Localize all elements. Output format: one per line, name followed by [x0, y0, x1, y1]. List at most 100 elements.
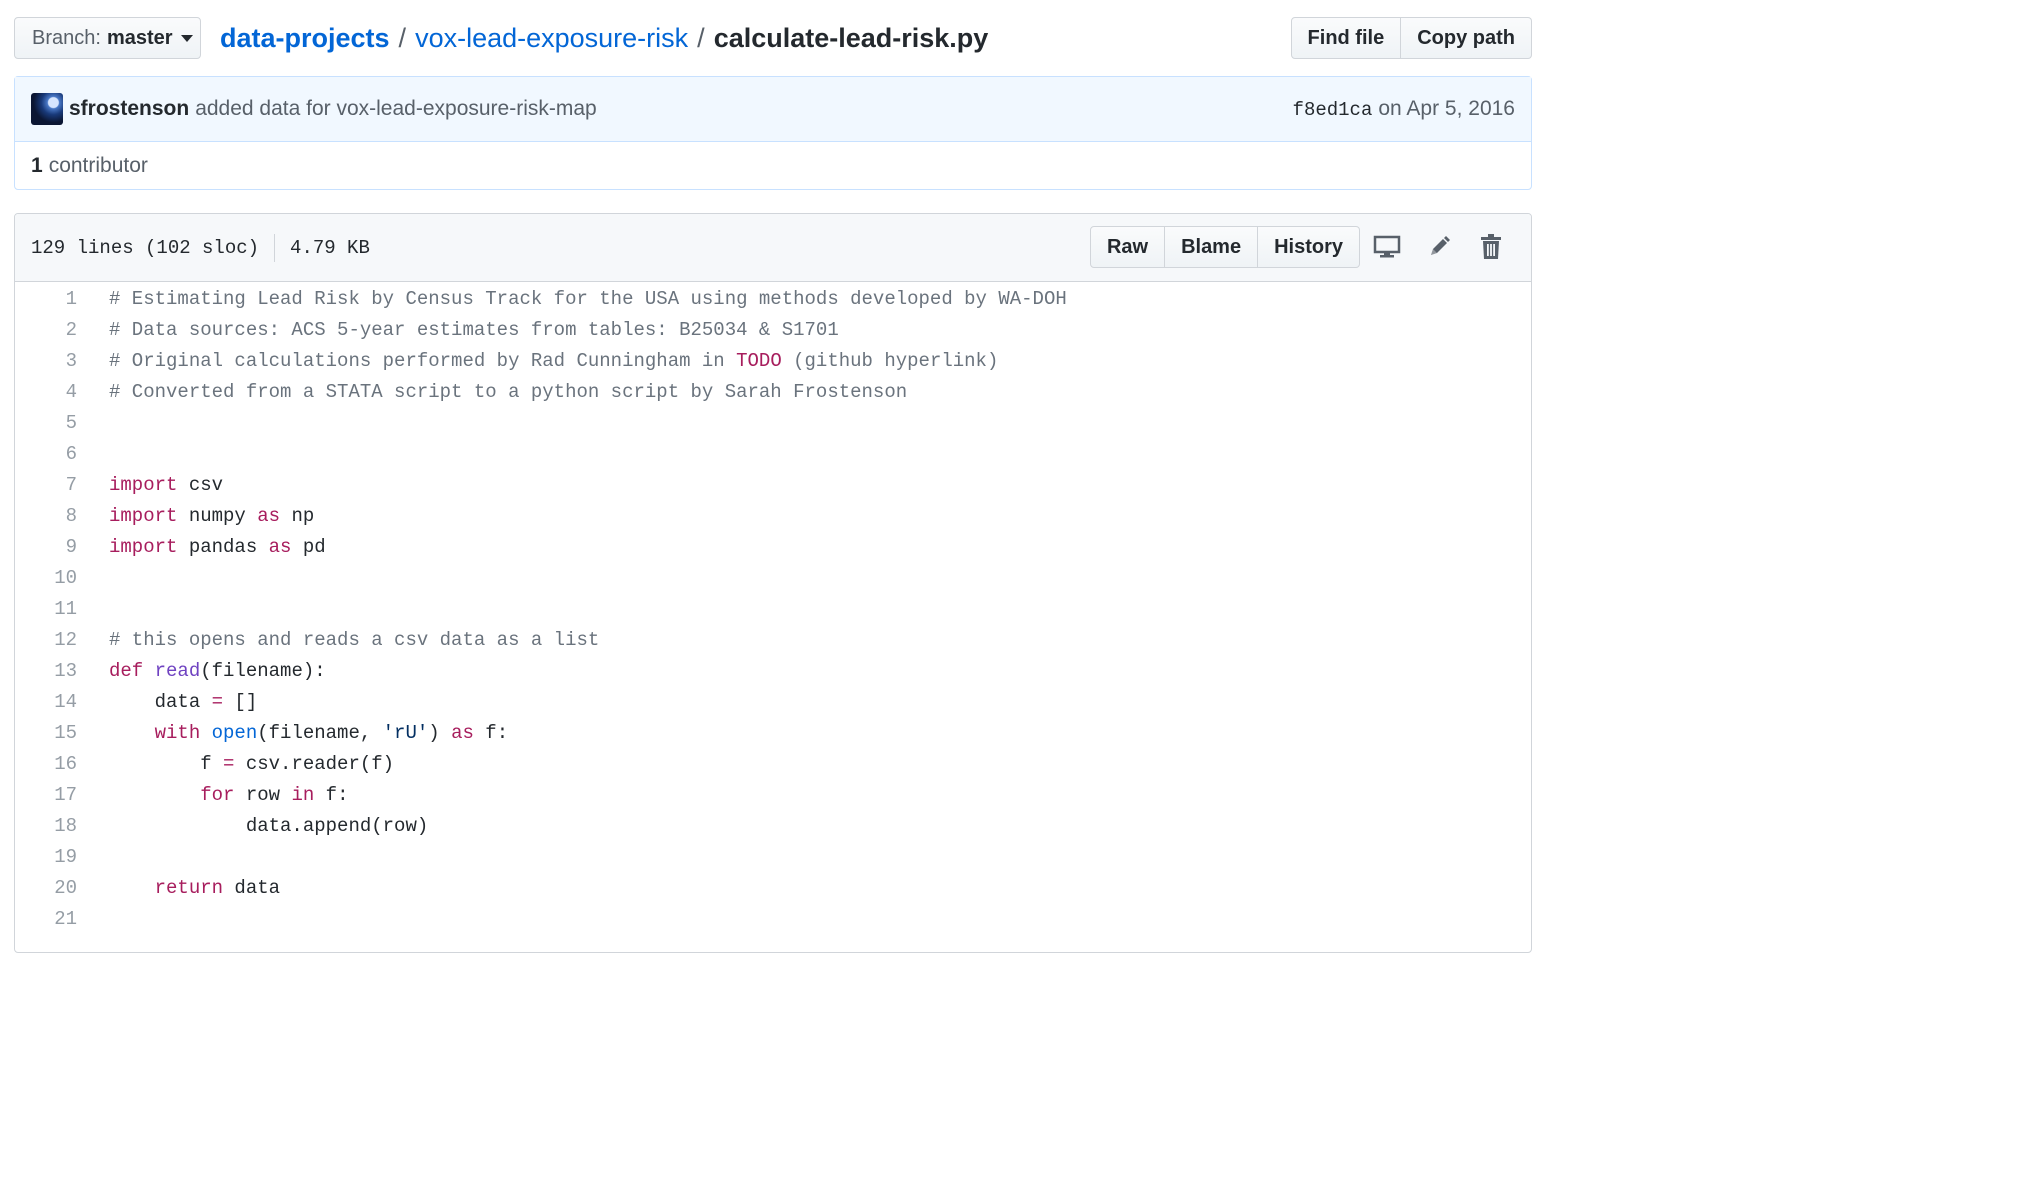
branch-label: Branch: — [32, 26, 101, 49]
line-number[interactable]: 7 — [15, 470, 109, 501]
code-line: 1 # Estimating Lead Risk by Census Track … — [15, 284, 1531, 315]
copy-path-button[interactable]: Copy path — [1401, 17, 1532, 59]
line-number[interactable]: 18 — [15, 811, 109, 842]
breadcrumb-separator: / — [697, 23, 705, 53]
breadcrumb-separator: / — [398, 23, 407, 53]
code-token: (filename): — [200, 660, 326, 682]
code-token: return — [154, 877, 224, 899]
branch-select-button[interactable]: Branch: master — [14, 17, 201, 59]
code-line: 9 import pandas as pd — [15, 532, 1531, 563]
code-token: pd — [291, 536, 326, 558]
code-token: [] — [223, 691, 258, 713]
code-token: f: — [473, 722, 509, 744]
code-content: # Data sources: ACS 5-year estimates fro… — [109, 315, 839, 346]
code-token: (filename, — [257, 722, 383, 744]
blame-button[interactable]: Blame — [1165, 226, 1259, 268]
code-line: 7 import csv — [15, 470, 1531, 501]
line-number[interactable]: 4 — [15, 377, 109, 408]
code-token: row — [234, 784, 292, 806]
code-line: 2 # Data sources: ACS 5-year estimates fr… — [15, 315, 1531, 346]
code-token: data — [223, 877, 281, 899]
line-number[interactable]: 5 — [15, 408, 109, 439]
line-number[interactable]: 8 — [15, 501, 109, 532]
line-number[interactable]: 6 — [15, 439, 109, 470]
code-line: 6 — [15, 439, 1531, 470]
line-number[interactable]: 16 — [15, 749, 109, 780]
line-number[interactable]: 15 — [15, 718, 109, 749]
file-view: Branch: master data-projects / vox-lead-ex… — [0, 0, 1548, 953]
raw-button[interactable]: Raw — [1089, 226, 1166, 268]
code-token: import — [109, 536, 178, 558]
find-file-button[interactable]: Find file — [1290, 17, 1402, 59]
code-token: as — [257, 505, 281, 527]
line-number[interactable]: 21 — [15, 904, 109, 935]
code-token: data.append(row) — [109, 815, 429, 837]
file-container: 129 lines (102 sloc) 4.79 KB Raw Blame H… — [14, 213, 1532, 953]
breadcrumb: data-projects / vox-lead-exposure-risk / cal… — [220, 21, 988, 55]
code-line: 8 import numpy as np — [15, 501, 1531, 532]
trash-icon[interactable] — [1466, 226, 1516, 268]
code-token: # this opens and reads a csv data as a l… — [109, 629, 600, 651]
line-number[interactable]: 2 — [15, 315, 109, 346]
contributor-label: contributor — [48, 153, 148, 177]
breadcrumb-folder-link[interactable]: vox-lead-exposure-risk — [415, 23, 688, 53]
code-view: 1 # Estimating Lead Risk by Census Track … — [15, 282, 1531, 935]
line-number[interactable]: 19 — [15, 842, 109, 873]
contributors-link[interactable]: 1 contributor — [15, 142, 1531, 189]
commit-author-link[interactable]: sfrostenson — [69, 97, 189, 121]
line-number[interactable]: 3 — [15, 346, 109, 377]
code-content: with open(filename, 'rU') as f: — [109, 718, 509, 749]
code-line: 3 # Original calculations performed by Ra… — [15, 346, 1531, 377]
desktop-icon[interactable] — [1362, 226, 1412, 268]
avatar[interactable] — [31, 93, 63, 125]
commit-message-link[interactable]: added data for vox-lead-exposure-risk-ma… — [195, 97, 597, 121]
code-line: 19 — [15, 842, 1531, 873]
line-number[interactable]: 10 — [15, 563, 109, 594]
code-token: as — [268, 536, 292, 558]
code-token: = — [223, 753, 235, 775]
caret-down-icon — [180, 34, 193, 42]
code-line: 4 # Converted from a STATA script to a py… — [15, 377, 1531, 408]
code-content: import numpy as np — [109, 501, 314, 532]
code-token: 'rU' — [382, 722, 429, 744]
latest-commit: sfrostenson added data for vox-lead-expo… — [15, 77, 1531, 142]
code-line: 15 with open(filename, 'rU') as f: — [15, 718, 1531, 749]
line-number[interactable]: 13 — [15, 656, 109, 687]
pencil-icon[interactable] — [1414, 226, 1464, 268]
file-header: 129 lines (102 sloc) 4.79 KB Raw Blame H… — [15, 214, 1531, 282]
code-content: # this opens and reads a csv data as a l… — [109, 625, 599, 656]
code-token: import — [109, 474, 178, 496]
code-token: in — [291, 784, 315, 806]
line-number[interactable]: 9 — [15, 532, 109, 563]
commit-sha-link[interactable]: f8ed1ca — [1293, 99, 1373, 121]
line-number[interactable]: 12 — [15, 625, 109, 656]
file-actions: Raw Blame History — [1089, 226, 1516, 268]
code-content: import csv — [109, 470, 223, 501]
history-button[interactable]: History — [1258, 226, 1360, 268]
line-number[interactable]: 17 — [15, 780, 109, 811]
code-line: 13 def read(filename): — [15, 656, 1531, 687]
line-number[interactable]: 20 — [15, 873, 109, 904]
code-token: csv — [177, 474, 224, 496]
line-number[interactable]: 14 — [15, 687, 109, 718]
code-token: csv.reader(f) — [234, 753, 395, 775]
breadcrumb-file-name: calculate-lead-risk.py — [713, 23, 989, 53]
code-content: data = [] — [109, 687, 258, 718]
line-number[interactable]: 1 — [15, 284, 109, 315]
code-token: np — [280, 505, 315, 527]
breadcrumb-repo-link[interactable]: data-projects — [220, 23, 390, 53]
code-token: with — [154, 722, 201, 744]
code-content: # Original calculations performed by Rad… — [109, 346, 998, 377]
code-content: import pandas as pd — [109, 532, 326, 563]
code-token: numpy — [177, 505, 258, 527]
commit-meta: f8ed1ca on Apr 5, 2016 — [1293, 97, 1515, 121]
code-token: = — [211, 691, 224, 713]
code-line: 12 # this opens and reads a csv data as a… — [15, 625, 1531, 656]
line-number[interactable]: 11 — [15, 594, 109, 625]
code-token: read — [154, 660, 201, 682]
